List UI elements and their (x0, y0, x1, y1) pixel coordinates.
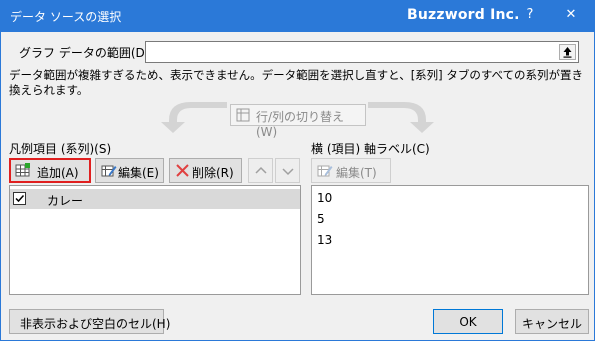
axis-label-item[interactable]: 5 (317, 212, 325, 226)
move-up-button[interactable] (248, 158, 273, 183)
add-series-button[interactable]: 追加(A) (9, 158, 91, 183)
switch-row-column-label: 行/列の切り替え(W) (256, 110, 345, 139)
collapse-dialog-button[interactable] (559, 44, 576, 60)
edit-axis-labels-button[interactable]: 編集(T) (311, 158, 391, 183)
delete-series-button[interactable]: 削除(R) (169, 158, 242, 183)
chart-data-range-input[interactable] (145, 41, 579, 63)
legend-entries-heading: 凡例項目 (系列)(S) (9, 142, 112, 156)
hidden-empty-cells-button[interactable]: 非表示および空白のセル(H) (9, 309, 170, 334)
delete-x-icon (176, 164, 189, 177)
axis-label-item[interactable]: 10 (317, 191, 332, 205)
curved-arrow-left-icon (161, 102, 227, 133)
help-button[interactable]: ? (523, 7, 537, 23)
delete-series-label: 削除(R) (192, 166, 234, 180)
edit-series-button[interactable]: 編集(E) (95, 158, 164, 183)
axis-labels-list[interactable]: 10 5 13 (311, 185, 589, 295)
checkmark-icon (15, 194, 25, 203)
series-list[interactable]: カレー (9, 185, 301, 295)
title-bar: データ ソースの選択 Buzzword Inc. ? ✕ (1, 1, 594, 32)
series-name: カレー (47, 194, 84, 208)
edit-icon (101, 165, 117, 177)
window-title: データ ソースの選択 (10, 10, 122, 24)
chart-data-range-label: グラフ データの範囲(D): (19, 46, 154, 60)
edit-axis-labels-label: 編集(T) (336, 166, 377, 180)
move-down-button[interactable] (275, 158, 300, 183)
series-checkbox[interactable] (13, 192, 26, 205)
series-row[interactable]: カレー (10, 189, 300, 209)
add-table-icon (15, 163, 30, 177)
select-data-source-dialog: データ ソースの選択 Buzzword Inc. ? ✕ グラフ データの範囲(… (0, 0, 595, 341)
cancel-label: キャンセル (521, 317, 582, 331)
add-series-label: 追加(A) (37, 166, 79, 180)
edit-series-label: 編集(E) (118, 166, 159, 180)
switch-row-column-button[interactable]: 行/列の切り替え(W) (230, 104, 366, 139)
ok-label: OK (459, 315, 477, 329)
cancel-button[interactable]: キャンセル (515, 309, 589, 334)
curved-arrow-right-icon (368, 102, 434, 133)
switch-row-column-icon (236, 108, 250, 122)
ok-button[interactable]: OK (433, 309, 503, 334)
axis-labels-heading: 横 (項目) 軸ラベル(C) (311, 142, 430, 156)
brand-text: Buzzword Inc. (407, 7, 520, 23)
chevron-up-icon (255, 166, 267, 174)
close-button[interactable]: ✕ (564, 7, 578, 23)
axis-label-item[interactable]: 13 (317, 233, 332, 247)
chevron-down-icon (282, 168, 294, 176)
edit-icon (317, 165, 333, 177)
hidden-empty-cells-label: 非表示および空白のセル(H) (20, 317, 171, 331)
collapse-dialog-icon (563, 47, 572, 58)
complex-range-warning: データ範囲が複雑すぎるため、表示できません。データ範囲を選択し直すと、[系列] … (9, 68, 584, 97)
